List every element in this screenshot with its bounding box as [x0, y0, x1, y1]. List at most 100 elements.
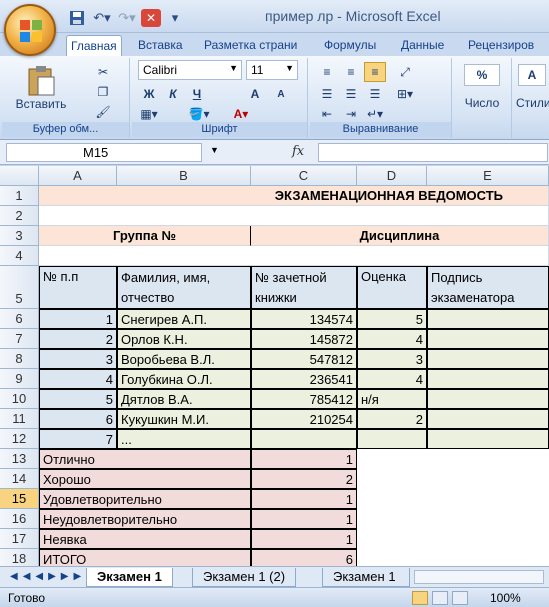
merge-center-icon[interactable]: ⊞▾ [394, 84, 416, 104]
tab-home[interactable]: Главная [66, 35, 122, 56]
summary-value[interactable]: 1 [251, 509, 357, 529]
column-header-a[interactable]: A [39, 166, 117, 186]
align-bottom-icon[interactable]: ≡ [364, 62, 386, 82]
fill-color-icon[interactable]: 🪣▾ [188, 104, 210, 124]
header-record-book[interactable]: № зачетной книжки [251, 266, 357, 309]
row-header[interactable]: 13 [0, 449, 39, 469]
align-top-icon[interactable]: ≡ [316, 62, 338, 82]
sheet-tab-exam-1[interactable]: Экзамен 1 [86, 568, 173, 587]
student-book[interactable]: 134574 [251, 309, 357, 329]
select-all-corner[interactable] [0, 166, 39, 186]
borders-icon[interactable]: ▦▾ [138, 104, 160, 124]
redo-icon[interactable]: ↷▾ [116, 8, 138, 28]
empty-row[interactable] [39, 246, 549, 266]
tab-page-layout[interactable]: Разметка страни [200, 35, 301, 56]
row-header[interactable]: 8 [0, 349, 39, 369]
tab-data[interactable]: Данные [397, 35, 448, 56]
row-header[interactable]: 3 [0, 226, 39, 246]
student-grade[interactable]: 2 [357, 409, 427, 429]
row-header-selected[interactable]: 15 [0, 489, 39, 509]
student-num[interactable]: 1 [39, 309, 117, 329]
customize-toolbar-icon[interactable]: ▾ [164, 8, 186, 28]
styles-icon[interactable]: A [518, 64, 546, 86]
student-name[interactable]: ... [117, 429, 251, 449]
student-num[interactable]: 3 [39, 349, 117, 369]
summary-value[interactable]: 2 [251, 469, 357, 489]
sheet-tab-exam-1-third[interactable]: Экзамен 1 [322, 568, 410, 587]
header-name[interactable]: Фамилия, имя, отчество [117, 266, 251, 309]
underline-button[interactable]: Ч [186, 84, 208, 104]
row-header[interactable]: 7 [0, 329, 39, 349]
empty-row[interactable] [39, 206, 549, 226]
column-header-b[interactable]: B [117, 166, 251, 186]
student-book[interactable]: 547812 [251, 349, 357, 369]
student-book[interactable]: 145872 [251, 329, 357, 349]
group-label[interactable]: Группа № [39, 226, 251, 246]
increase-indent-icon[interactable]: ⇥ [340, 104, 362, 124]
row-header[interactable]: 4 [0, 246, 39, 266]
summary-label[interactable]: ИТОГО [39, 549, 251, 566]
student-signature[interactable] [427, 309, 549, 329]
paste-button[interactable]: Вставить [16, 60, 66, 116]
page-break-view-icon[interactable] [452, 591, 468, 605]
header-signature[interactable]: Подпись экзаменатора [427, 266, 549, 309]
name-box[interactable]: M15 [6, 143, 202, 162]
row-header[interactable]: 1 [0, 186, 39, 206]
student-grade[interactable]: 5 [357, 309, 427, 329]
student-num[interactable]: 6 [39, 409, 117, 429]
align-right-icon[interactable]: ☰ [364, 84, 386, 104]
student-book[interactable] [251, 429, 357, 449]
student-book[interactable]: 785412 [251, 389, 357, 409]
font-color-icon[interactable]: A▾ [230, 104, 252, 124]
format-painter-icon[interactable]: 🖌 [92, 102, 114, 122]
formula-input[interactable] [318, 143, 548, 162]
row-header[interactable]: 12 [0, 429, 39, 449]
copy-icon[interactable]: ❐ [92, 82, 114, 102]
student-book[interactable]: 210254 [251, 409, 357, 429]
align-middle-icon[interactable]: ≡ [340, 62, 362, 82]
row-header[interactable]: 17 [0, 529, 39, 549]
column-header-e[interactable]: E [427, 166, 549, 186]
styles-label[interactable]: Стили [516, 94, 549, 112]
student-signature[interactable] [427, 349, 549, 369]
decrease-indent-icon[interactable]: ⇤ [316, 104, 338, 124]
office-button[interactable] [4, 4, 56, 56]
student-name[interactable]: Голубкина О.Л. [117, 369, 251, 389]
align-center-icon[interactable]: ☰ [340, 84, 362, 104]
percent-button[interactable]: % [464, 64, 500, 86]
student-grade[interactable]: н/я [357, 389, 427, 409]
column-header-c[interactable]: C [251, 166, 357, 186]
tab-insert[interactable]: Вставка [134, 35, 187, 56]
summary-value[interactable]: 1 [251, 489, 357, 509]
sheet-nav-arrows-icon[interactable]: ◀◀◀▶▶▶ [10, 571, 86, 582]
sheet-title[interactable]: ЭКЗАМЕНАЦИОННАЯ ВЕДОМОСТЬ [39, 186, 549, 206]
orientation-icon[interactable]: ⤢ [394, 62, 416, 82]
student-signature[interactable] [427, 389, 549, 409]
horizontal-scrollbar[interactable] [414, 570, 544, 584]
student-name[interactable]: Кукушкин М.И. [117, 409, 251, 429]
summary-value[interactable]: 6 [251, 549, 357, 566]
chevron-down-icon[interactable]: ▼ [210, 145, 219, 155]
row-header[interactable]: 16 [0, 509, 39, 529]
insert-function-icon[interactable]: fx [292, 144, 304, 159]
row-header[interactable]: 14 [0, 469, 39, 489]
summary-value[interactable]: 1 [251, 529, 357, 549]
tab-formulas[interactable]: Формулы [320, 35, 380, 56]
student-book[interactable]: 236541 [251, 369, 357, 389]
student-num[interactable]: 7 [39, 429, 117, 449]
student-grade[interactable]: 4 [357, 329, 427, 349]
number-label[interactable]: Число [456, 94, 508, 112]
tab-review[interactable]: Рецензиров [464, 35, 538, 56]
student-name[interactable]: Воробьева В.Л. [117, 349, 251, 369]
student-signature[interactable] [427, 429, 549, 449]
header-grade[interactable]: Оценка [357, 266, 427, 309]
row-header[interactable]: 18 [0, 549, 39, 566]
row-header[interactable]: 2 [0, 206, 39, 226]
summary-label[interactable]: Удовлетворительно [39, 489, 251, 509]
font-name-select[interactable]: Calibri ▼ [138, 60, 242, 80]
worksheet-grid[interactable]: A B C D E 1 2 3 4 5 6 7 8 9 10 11 12 13 … [0, 166, 549, 566]
summary-label[interactable]: Неявка [39, 529, 251, 549]
row-header[interactable]: 9 [0, 369, 39, 389]
summary-label[interactable]: Неудовлетворительно [39, 509, 251, 529]
student-signature[interactable] [427, 369, 549, 389]
